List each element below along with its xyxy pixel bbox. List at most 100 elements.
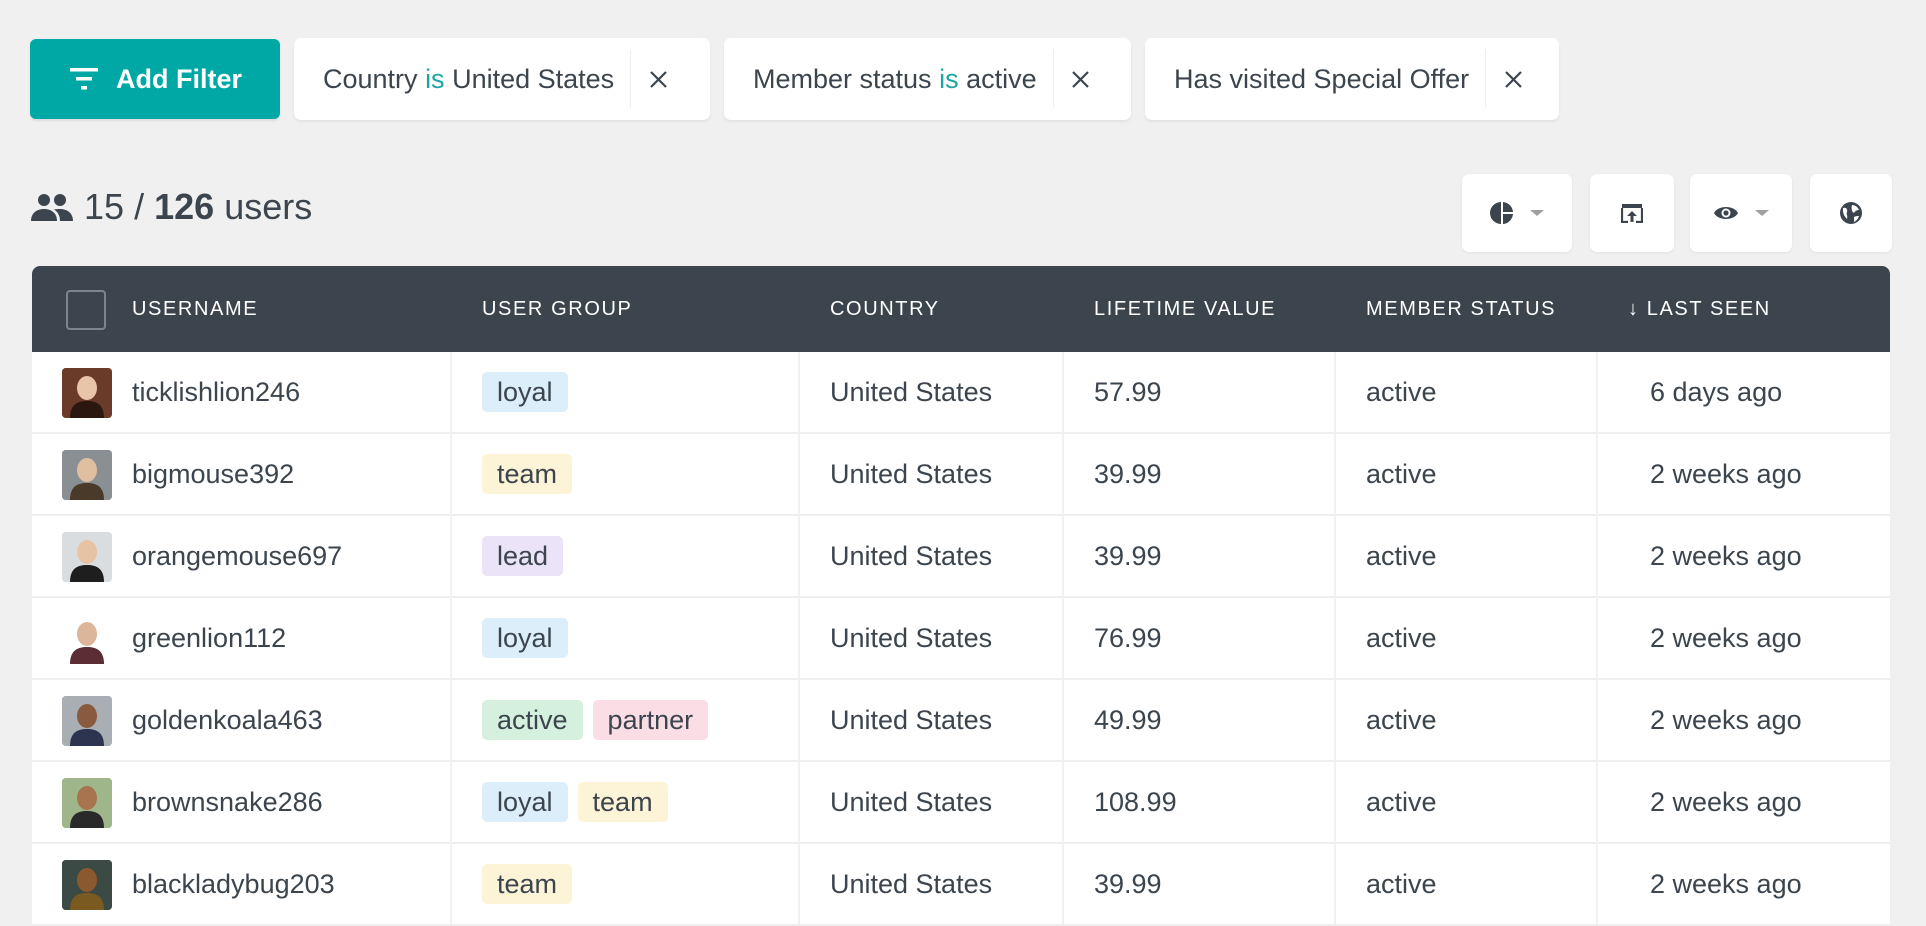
filter-chip-text: Country is United States [294, 64, 630, 95]
filter-chip-visited-special-offer[interactable]: Has visited Special Offer [1145, 38, 1559, 120]
column-divider [1334, 434, 1336, 514]
filter-icon [70, 68, 98, 90]
user-group-tags: active partner [482, 680, 718, 760]
avatar [62, 532, 112, 582]
lifetime-value: 108.99 [1094, 786, 1177, 817]
username[interactable]: blackladybug203 [132, 844, 335, 924]
member-status: active [1366, 540, 1437, 571]
member-status: active [1366, 868, 1437, 899]
close-icon [1504, 70, 1522, 88]
visibility-dropdown-button[interactable] [1690, 174, 1792, 252]
column-divider [450, 680, 452, 760]
filter-bar: Add Filter Country is United States Memb… [30, 38, 1559, 120]
user-group-tags: lead [482, 516, 573, 596]
username[interactable]: bigmouse392 [132, 434, 294, 514]
column-header-member-status[interactable]: MEMBER STATUS [1366, 298, 1556, 321]
avatar-image [62, 860, 112, 910]
filter-field: Member status [753, 63, 932, 94]
export-button[interactable] [1590, 174, 1674, 252]
chevron-down-icon [1530, 210, 1544, 216]
add-filter-button[interactable]: Add Filter [30, 39, 280, 119]
lifetime-value: 76.99 [1094, 622, 1162, 653]
username[interactable]: ticklishlion246 [132, 352, 300, 432]
globe-button[interactable] [1810, 174, 1892, 252]
export-icon [1621, 204, 1643, 223]
user-group-tags: loyal [482, 598, 578, 678]
member-status: active [1366, 704, 1437, 735]
user-group-tags: team [482, 434, 582, 514]
add-filter-label: Add Filter [116, 63, 242, 94]
avatar [62, 614, 112, 664]
last-seen: 2 weeks ago [1650, 868, 1802, 899]
table-row[interactable]: brownsnake286 loyal team United States 10… [32, 762, 1890, 844]
column-divider [798, 516, 800, 596]
last-seen: 2 weeks ago [1650, 786, 1802, 817]
table-body: ticklishlion246 loyal United States 57.9… [32, 352, 1890, 926]
lifetime-value: 57.99 [1094, 376, 1162, 407]
table-row[interactable]: bigmouse392 team United States 39.99 act… [32, 434, 1890, 516]
table-row[interactable]: ticklishlion246 loyal United States 57.9… [32, 352, 1890, 434]
column-divider [1062, 434, 1064, 514]
member-status: active [1366, 622, 1437, 653]
column-divider [1596, 352, 1598, 432]
column-header-country[interactable]: COUNTRY [830, 298, 940, 321]
close-icon [649, 70, 667, 88]
column-divider [450, 762, 452, 842]
column-header-lifetime-value[interactable]: LIFETIME VALUE [1094, 298, 1276, 321]
filter-chip-member-status[interactable]: Member status is active [724, 38, 1131, 120]
filter-field: Has visited Special Offer [1174, 63, 1470, 94]
column-divider [1062, 762, 1064, 842]
user-group-tags: loyal team [482, 762, 678, 842]
column-header-last-seen[interactable]: ↓ LAST SEEN [1628, 298, 1771, 321]
column-divider [1062, 598, 1064, 678]
tag-loyal: loyal [482, 782, 568, 822]
shown-count: 15 [84, 186, 125, 227]
tag-team: team [577, 782, 668, 822]
count-separator: / [134, 186, 145, 227]
remove-filter-button[interactable] [631, 38, 685, 120]
globe-icon [1840, 202, 1862, 224]
chevron-down-icon [1755, 210, 1769, 216]
column-header-user-group[interactable]: USER GROUP [482, 298, 632, 321]
chart-dropdown-button[interactable] [1462, 174, 1572, 252]
select-all-checkbox[interactable] [66, 290, 106, 330]
column-divider [798, 434, 800, 514]
table-row[interactable]: greenlion112 loyal United States 76.99 a… [32, 598, 1890, 680]
column-divider [798, 844, 800, 924]
avatar-image [62, 614, 112, 664]
tag-team: team [482, 454, 573, 494]
username[interactable]: brownsnake286 [132, 762, 323, 842]
lifetime-value: 39.99 [1094, 458, 1162, 489]
country: United States [830, 458, 993, 489]
member-status: active [1366, 458, 1437, 489]
column-divider [1062, 680, 1064, 760]
users-icon [31, 194, 73, 221]
column-header-username[interactable]: USERNAME [132, 298, 258, 321]
country: United States [830, 622, 993, 653]
tag-team: team [482, 864, 573, 904]
column-divider [1334, 680, 1336, 760]
table-row[interactable]: blackladybug203 team United States 39.99… [32, 844, 1890, 926]
filter-chip-country[interactable]: Country is United States [294, 38, 710, 120]
remove-filter-button[interactable] [1486, 38, 1540, 120]
remove-filter-button[interactable] [1054, 38, 1108, 120]
username[interactable]: goldenkoala463 [132, 680, 323, 760]
table-row[interactable]: orangemouse697 lead United States 39.99 … [32, 516, 1890, 598]
column-divider [1596, 434, 1598, 514]
table-row[interactable]: goldenkoala463 active partner United Stat… [32, 680, 1890, 762]
column-divider [1062, 516, 1064, 596]
avatar-image [62, 778, 112, 828]
last-seen: 6 days ago [1650, 376, 1783, 407]
avatar-image [62, 450, 112, 500]
tag-partner: partner [592, 700, 709, 740]
tag-active: active [482, 700, 583, 740]
last-seen: 2 weeks ago [1650, 622, 1802, 653]
member-status: active [1366, 786, 1437, 817]
column-divider [1596, 844, 1598, 924]
username[interactable]: greenlion112 [132, 598, 286, 678]
column-divider [1062, 844, 1064, 924]
user-count: 15 / 126 users [30, 186, 312, 228]
username[interactable]: orangemouse697 [132, 516, 342, 596]
user-group-tags: team [482, 844, 582, 924]
column-divider [1596, 598, 1598, 678]
